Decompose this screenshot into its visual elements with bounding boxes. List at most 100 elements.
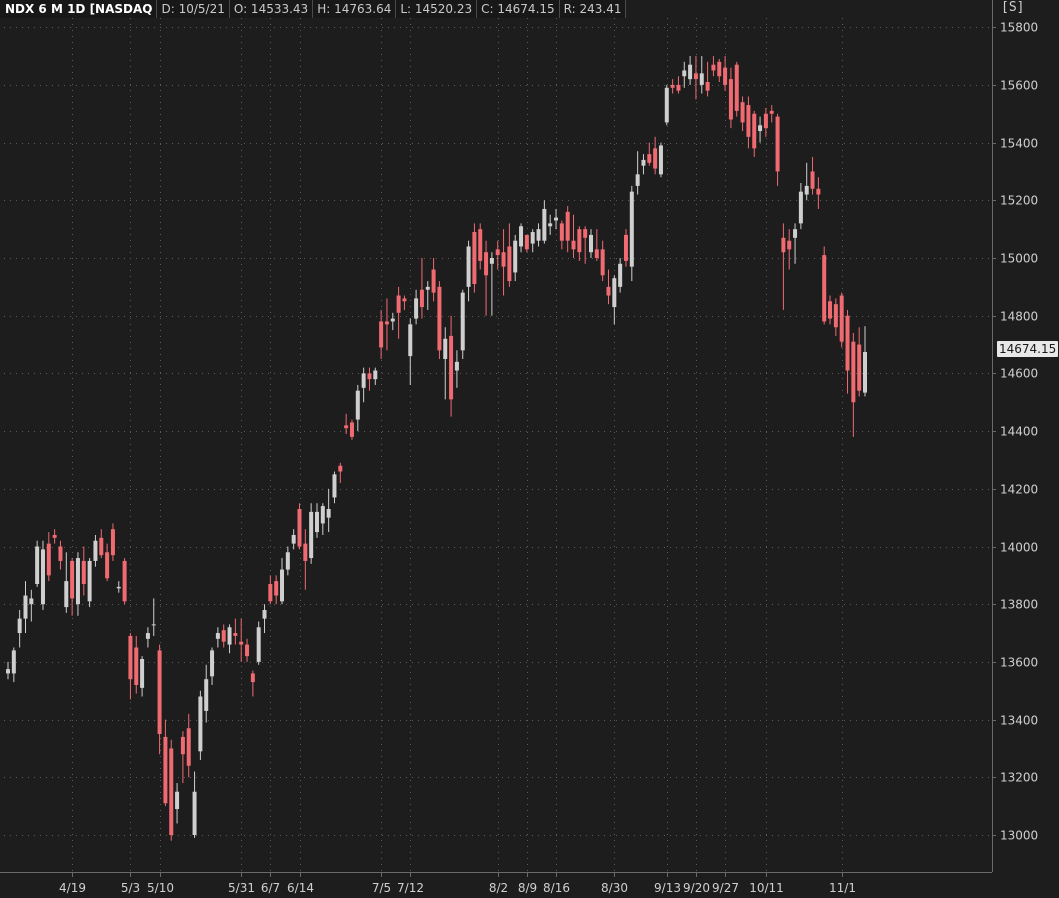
candle <box>245 638 250 662</box>
candle <box>210 647 215 685</box>
x-tick-label: 6/7 <box>261 881 280 895</box>
candle <box>11 647 16 683</box>
candle <box>449 315 454 417</box>
y-tick-label: 13800 <box>1000 598 1038 612</box>
candle <box>186 713 191 778</box>
candle-body <box>355 390 360 420</box>
candle <box>35 540 40 587</box>
candle-body <box>314 511 319 533</box>
candle <box>524 234 529 253</box>
candle-body <box>169 748 174 835</box>
candle-body <box>781 237 786 253</box>
candle <box>763 107 768 137</box>
candle-body <box>647 154 652 163</box>
candle <box>367 367 372 391</box>
candle-body <box>239 641 244 645</box>
candle-body <box>472 232 477 284</box>
candle-body <box>863 352 868 393</box>
candle <box>810 157 815 195</box>
candle <box>804 162 809 201</box>
candle <box>285 546 290 576</box>
candle-body <box>664 87 669 123</box>
candle <box>204 664 209 723</box>
candle-body <box>635 174 640 186</box>
y-tick-label: 14800 <box>1000 310 1038 324</box>
candle <box>682 61 687 88</box>
candle <box>519 223 524 253</box>
last-price-tag: 14674.15 <box>997 341 1059 357</box>
candle <box>338 462 343 484</box>
candle <box>314 503 319 538</box>
candle-body <box>344 425 349 429</box>
candle-body <box>285 552 290 570</box>
candle-body <box>87 560 92 602</box>
candle-body <box>612 278 617 308</box>
candle-body <box>763 113 768 129</box>
candle-body <box>198 696 203 752</box>
x-tick-label: 4/19 <box>59 881 86 895</box>
candle <box>495 240 500 270</box>
candle-body <box>670 84 675 88</box>
candle-body <box>361 373 366 388</box>
candle-body <box>105 552 110 579</box>
candle-body <box>822 255 827 322</box>
y-tick-label: 15000 <box>1000 252 1038 266</box>
y-tick-label: 13200 <box>1000 771 1038 785</box>
candle <box>851 333 856 437</box>
candle <box>303 529 308 590</box>
candle-body <box>769 110 774 114</box>
candle <box>87 558 92 608</box>
candle-body <box>466 246 471 287</box>
candle <box>157 644 162 755</box>
candle-body <box>320 506 325 524</box>
y-tick-label: 14000 <box>1000 541 1038 555</box>
candle-body <box>845 315 850 371</box>
x-tick-label: 8/30 <box>601 881 628 895</box>
candle <box>64 552 69 613</box>
candle <box>728 67 733 129</box>
candle-body <box>641 159 646 166</box>
candle <box>431 258 436 302</box>
candle <box>589 229 593 258</box>
candle-body <box>810 171 815 189</box>
candle <box>641 154 646 175</box>
candle-body <box>851 341 856 403</box>
candle-body <box>606 286 611 296</box>
candle-body <box>857 344 862 391</box>
candle-body <box>151 624 156 626</box>
candle <box>379 309 384 359</box>
candle-body <box>134 647 139 685</box>
candle <box>723 56 728 91</box>
candle <box>822 246 827 325</box>
candle <box>75 552 80 616</box>
candle <box>647 142 652 166</box>
candle-body <box>110 529 115 556</box>
candle-body <box>559 223 564 241</box>
candle-body <box>396 295 401 313</box>
candle <box>99 529 104 559</box>
candle <box>554 208 559 230</box>
candle-body <box>268 584 273 602</box>
candle <box>169 739 174 841</box>
candle <box>565 206 570 253</box>
candle-body <box>64 581 69 608</box>
x-tick-label: 11/1 <box>829 881 856 895</box>
candle <box>863 326 868 397</box>
candle <box>635 151 640 195</box>
candle-body <box>577 229 582 253</box>
candle-body <box>548 223 553 227</box>
candle <box>332 471 337 504</box>
candle <box>460 289 465 359</box>
candle-body <box>81 560 86 585</box>
candle <box>752 110 757 158</box>
candle <box>507 223 512 287</box>
candle-body <box>816 188 821 195</box>
candle-body <box>554 217 559 221</box>
y-tick-label: 15800 <box>1000 21 1038 35</box>
candle <box>484 240 489 316</box>
candlestick-chart[interactable]: 13000 13200 13400 13600 13800 14000 14200 14400… <box>0 0 1059 898</box>
x-tick-label: 9/27 <box>712 881 739 895</box>
candle <box>612 275 617 325</box>
candle-body <box>6 669 10 674</box>
candle-body <box>163 736 168 804</box>
